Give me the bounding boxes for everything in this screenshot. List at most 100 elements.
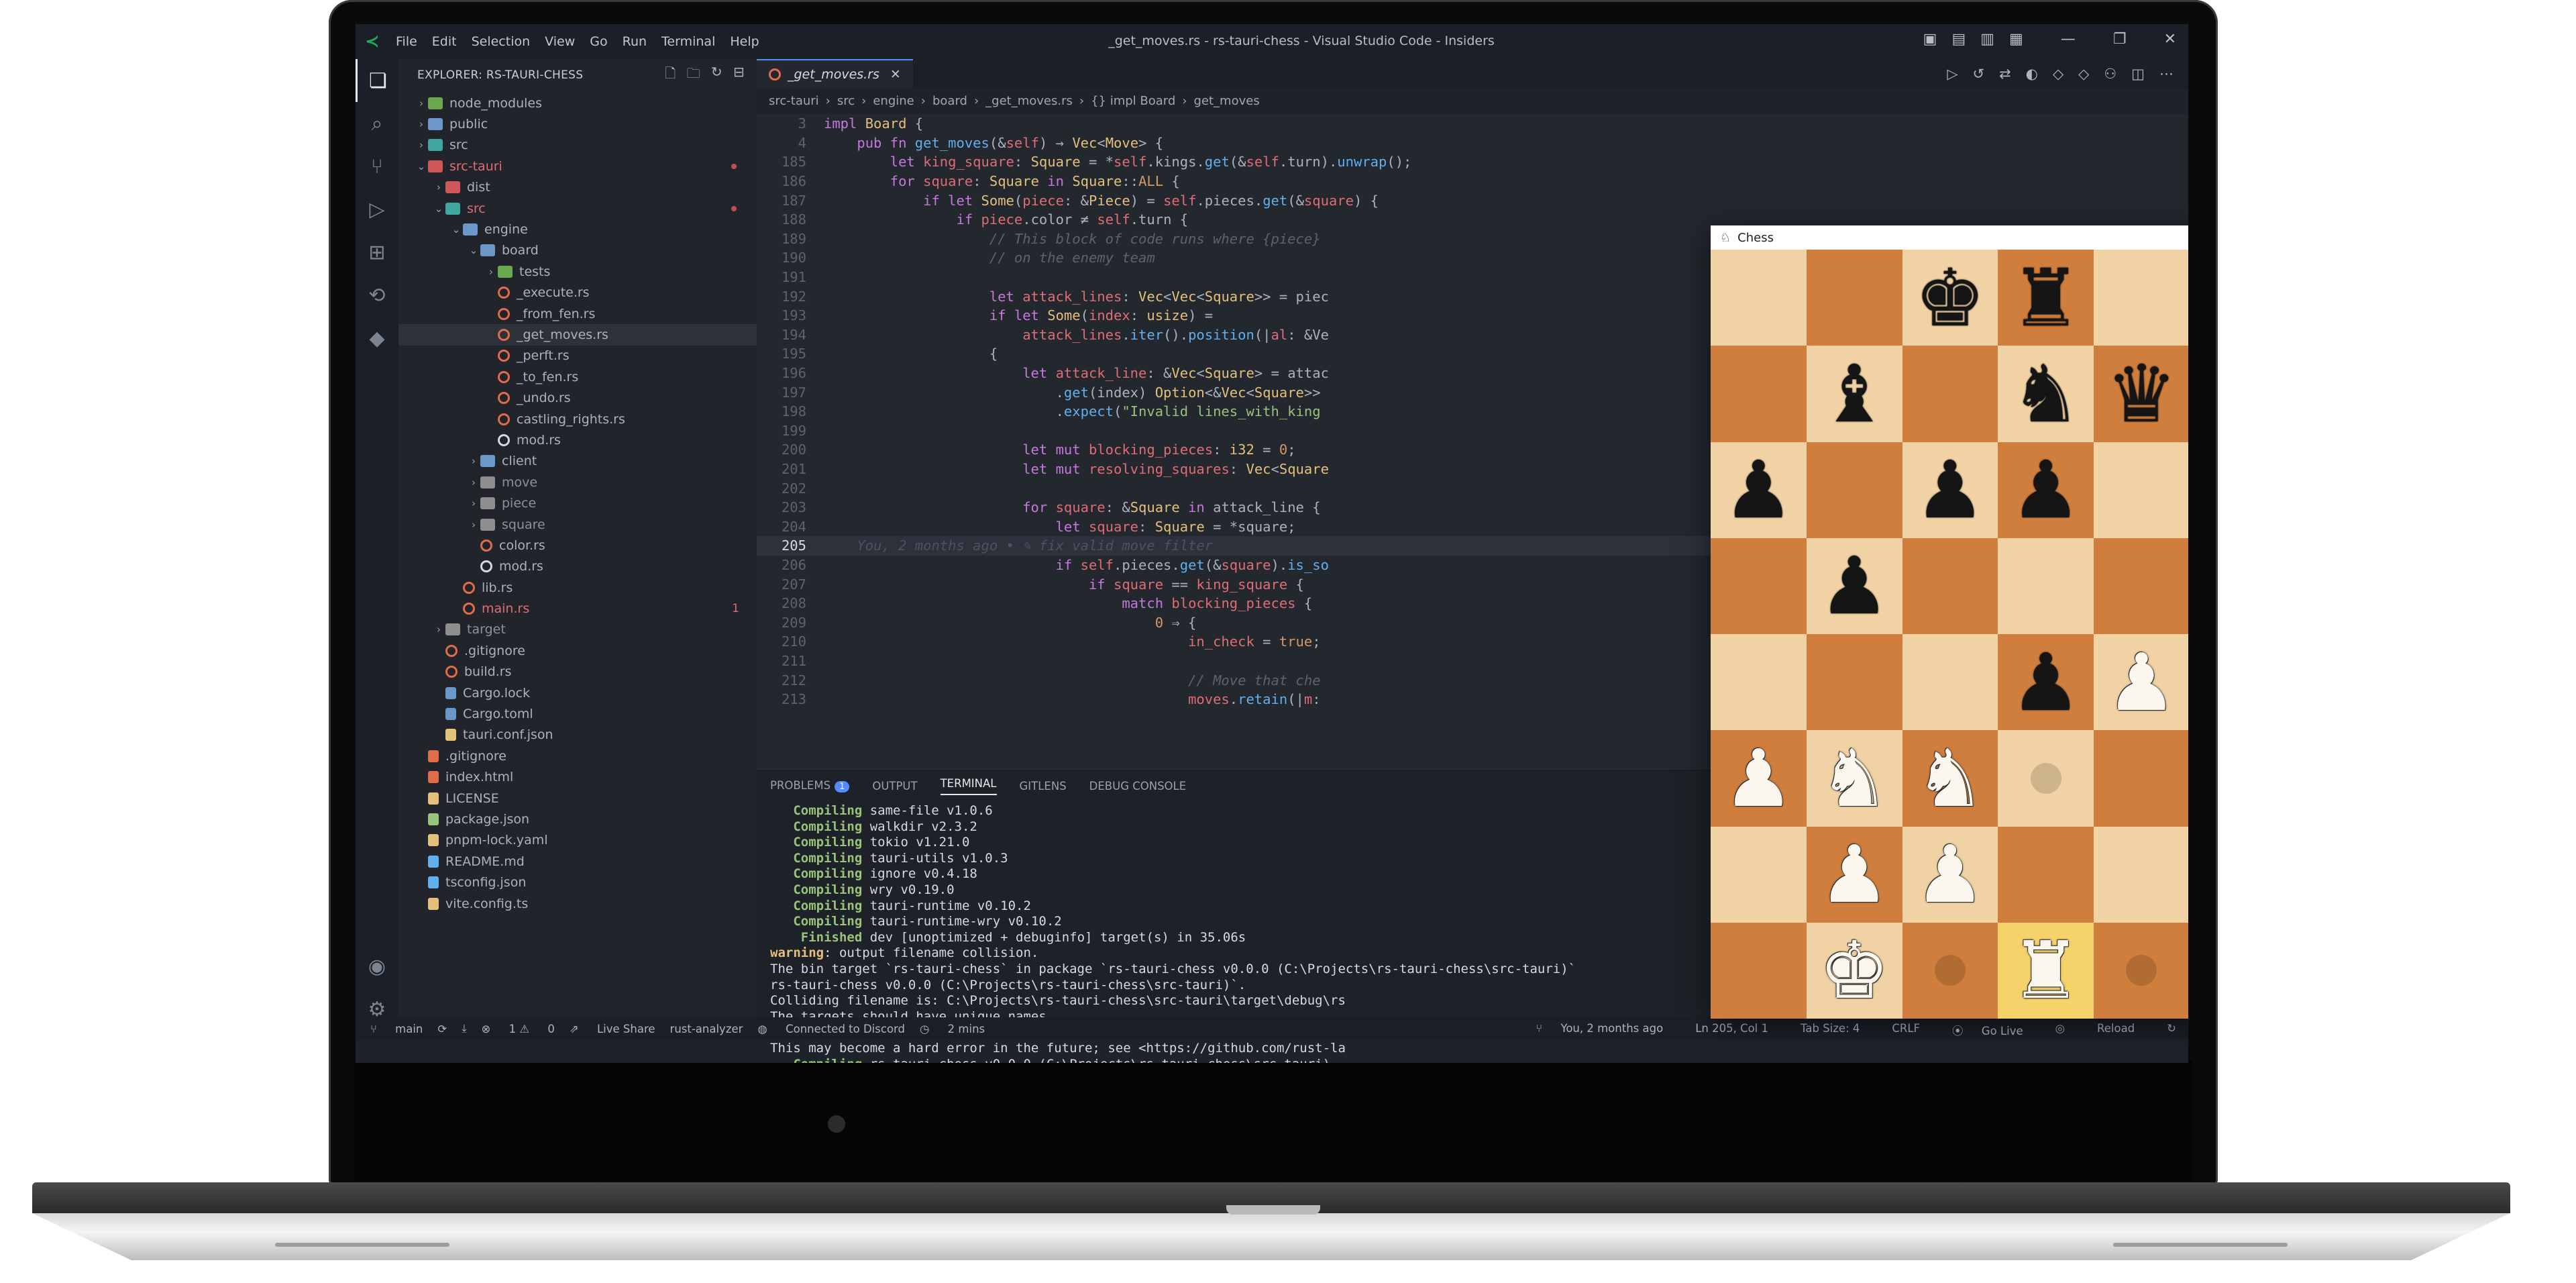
board-square[interactable] [1902, 922, 1998, 1019]
rust-analyzer-item[interactable]: rust-analyzer [670, 1023, 743, 1035]
tree-item[interactable]: build.rs [398, 662, 757, 682]
menu-item-run[interactable]: Run [623, 34, 647, 49]
live-share-item[interactable]: ⇗ Live Share [570, 1023, 655, 1035]
menu-item-terminal[interactable]: Terminal [661, 34, 715, 49]
board-square[interactable]: ♛ [2094, 346, 2188, 442]
tree-item[interactable]: mod.rs [398, 429, 757, 450]
white-pawn-icon[interactable]: ♟ [1915, 835, 1986, 914]
tree-item[interactable]: ⌄ src-tauri [398, 156, 757, 176]
close-button[interactable]: ✕ [2164, 31, 2176, 48]
board-square[interactable]: ♟ [1998, 634, 2094, 731]
tree-item[interactable]: › client [398, 451, 757, 472]
toggle-primary-sidebar-icon[interactable]: ▣ [1923, 31, 1937, 48]
board-square[interactable]: ♝ [1806, 346, 1902, 442]
board-square[interactable] [1998, 730, 2094, 827]
tree-item[interactable]: main.rs 1 [398, 598, 757, 619]
board-square[interactable]: ♜ [1998, 922, 2094, 1019]
white-pawn-icon[interactable]: ♟ [2106, 643, 2177, 722]
board-square[interactable]: ♟ [1711, 730, 1807, 827]
previous-change-icon[interactable]: ◇ [2053, 66, 2063, 82]
refresh-icon[interactable]: ↻ [711, 64, 722, 87]
board-square[interactable] [2094, 537, 2188, 634]
black-king-icon[interactable]: ♚ [1915, 258, 1986, 338]
more-actions-icon[interactable]: ⋯ [2159, 66, 2174, 82]
breadcrumb-item[interactable]: _get_moves.rs [985, 94, 1073, 108]
next-change-icon[interactable]: ◇ [2078, 66, 2089, 82]
tree-item[interactable]: Cargo.lock [398, 682, 757, 703]
new-folder-icon[interactable]: 🗀 [687, 64, 700, 87]
board-square[interactable] [1902, 537, 1998, 634]
board-square[interactable]: ♚ [1806, 922, 1902, 1019]
menu-item-view[interactable]: View [545, 34, 575, 49]
tree-item[interactable]: README.md [398, 851, 757, 872]
collapse-all-icon[interactable]: ⊟ [733, 64, 745, 87]
menu-item-go[interactable]: Go [590, 34, 607, 49]
toggle-blame-icon[interactable]: ⚇ [2104, 66, 2116, 82]
black-queen-icon[interactable]: ♛ [2106, 354, 2177, 433]
accounts-icon[interactable]: ◉ [356, 945, 398, 988]
remote-explorer-icon[interactable]: ⟲ [356, 274, 398, 317]
black-pawn-icon[interactable]: ♟ [1723, 450, 1794, 529]
board-square[interactable]: ♟ [1711, 442, 1807, 538]
tree-item[interactable]: ⌄ engine [398, 219, 757, 240]
eol[interactable]: CRLF [1892, 1022, 1920, 1038]
panel-tab-output[interactable]: OUTPUT [872, 780, 917, 792]
tree-item[interactable]: Cargo.toml [398, 703, 757, 724]
board-square[interactable]: ♞ [1998, 346, 2094, 442]
notifications-icon[interactable]: ↻ [2167, 1022, 2176, 1038]
white-rook-icon[interactable]: ♜ [2010, 931, 2082, 1010]
breadcrumb-item[interactable]: {} impl Board [1091, 94, 1175, 108]
breadcrumb-item[interactable]: src [837, 94, 855, 108]
minimize-button[interactable]: — [2061, 31, 2076, 48]
board-square[interactable]: ♟ [1902, 442, 1998, 538]
tree-item[interactable]: _to_fen.rs [398, 366, 757, 387]
tree-item[interactable]: LICENSE [398, 788, 757, 809]
tree-item[interactable]: › src [398, 135, 757, 156]
white-pawn-icon[interactable]: ♟ [1723, 739, 1794, 818]
menu-item-help[interactable]: Help [730, 34, 759, 49]
board-square[interactable]: ♜ [1998, 250, 2094, 346]
branch-item[interactable]: ⑂ main [370, 1023, 423, 1035]
black-bishop-icon[interactable]: ♝ [1819, 354, 1890, 433]
tree-item[interactable]: .gitignore [398, 640, 757, 661]
reload-item[interactable]: Reload [2097, 1022, 2135, 1038]
menu-item-selection[interactable]: Selection [472, 34, 531, 49]
board-square[interactable]: ♞ [1806, 730, 1902, 827]
white-king-icon[interactable]: ♚ [1819, 931, 1890, 1010]
breadcrumb-item[interactable]: board [932, 94, 967, 108]
tree-item[interactable]: _execute.rs [398, 283, 757, 303]
panel-tab-problems[interactable]: PROBLEMS 1 [770, 779, 850, 792]
tree-item[interactable]: › target [398, 619, 757, 640]
panel-tab-debug-console[interactable]: DEBUG CONSOLE [1089, 780, 1187, 792]
tree-item[interactable]: _from_fen.rs [398, 303, 757, 324]
open-changes-icon[interactable]: ◐ [2026, 66, 2038, 82]
black-pawn-icon[interactable]: ♟ [1819, 546, 1890, 625]
black-pawn-icon[interactable]: ♟ [2010, 450, 2082, 529]
board-square[interactable] [1806, 442, 1902, 538]
black-pawn-icon[interactable]: ♟ [1915, 450, 1986, 529]
tree-item[interactable]: lib.rs [398, 577, 757, 598]
white-knight-icon[interactable]: ♞ [1915, 739, 1986, 818]
git-compare-icon[interactable]: ⇄ [1999, 66, 2011, 82]
board-square[interactable]: ♟ [1998, 442, 2094, 538]
board-square[interactable] [1711, 250, 1807, 346]
tree-item[interactable]: › piece [398, 493, 757, 513]
toggle-secondary-sidebar-icon[interactable]: ▥ [1980, 31, 1994, 48]
extensions-icon[interactable]: ⊞ [356, 231, 398, 274]
blame-item[interactable]: ⑂ You, 2 months ago [1536, 1022, 1663, 1038]
tree-item[interactable]: tauri.conf.json [398, 725, 757, 746]
problems-item[interactable]: ⊗ 1 ⚠ 0 [482, 1023, 555, 1035]
board-square[interactable] [1998, 537, 2094, 634]
close-tab-icon[interactable]: ✕ [890, 67, 901, 82]
panel-tab-terminal[interactable]: TERMINAL [940, 777, 997, 795]
tree-item[interactable]: color.rs [398, 535, 757, 556]
board-square[interactable]: ♟ [1806, 537, 1902, 634]
board-square[interactable] [1806, 634, 1902, 731]
docker-icon[interactable]: ◆ [356, 317, 398, 360]
timeline-icon[interactable]: ↺ [1972, 66, 1984, 82]
tree-item[interactable]: ⌄ board [398, 240, 757, 261]
tree-item[interactable]: mod.rs [398, 556, 757, 577]
board-square[interactable] [1711, 922, 1807, 1019]
menu-item-file[interactable]: File [396, 34, 417, 49]
menu-item-edit[interactable]: Edit [432, 34, 457, 49]
